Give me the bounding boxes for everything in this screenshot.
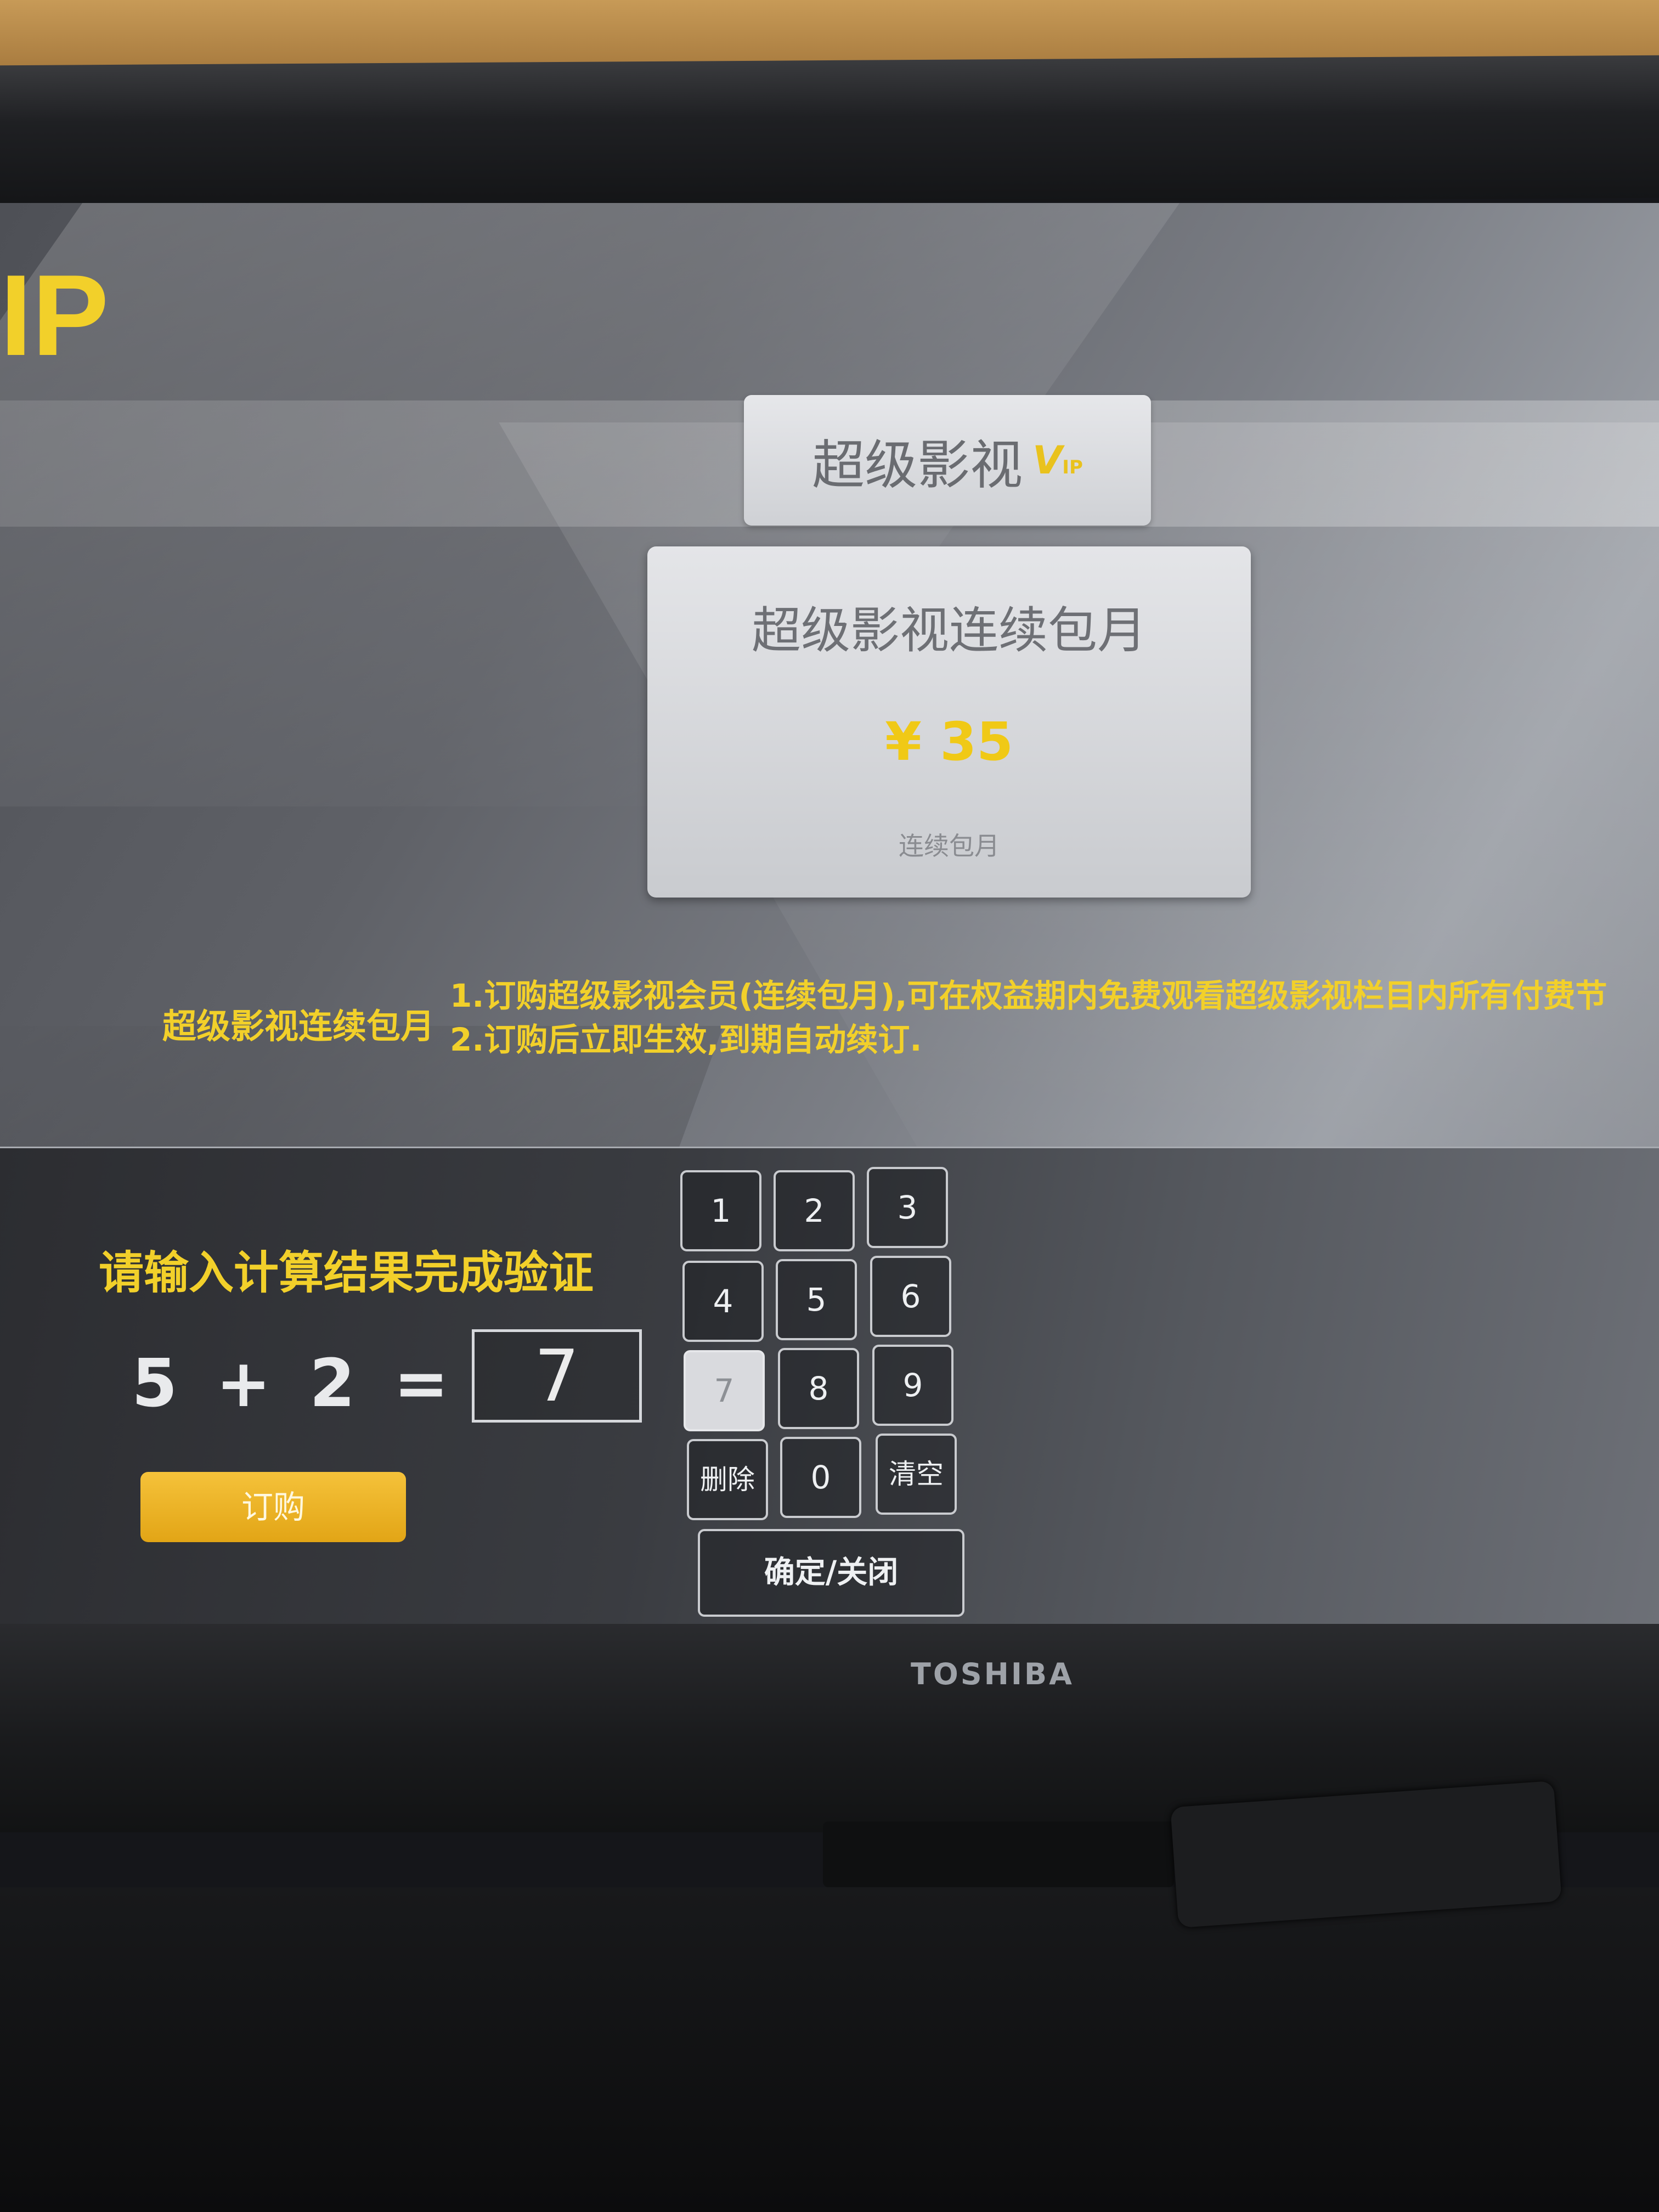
key-4[interactable]: 4 (682, 1261, 764, 1342)
tv-bezel-top (0, 55, 1659, 208)
key-9[interactable]: 9 (872, 1345, 953, 1426)
description-line-2: 2.订购后立即生效,到期自动续订. (450, 1021, 922, 1058)
answer-input[interactable]: 7 (472, 1329, 642, 1423)
package-card[interactable]: 超级影视连续包月 ¥ 35 连续包月 (647, 546, 1251, 898)
key-2[interactable]: 2 (774, 1170, 855, 1251)
key-8[interactable]: 8 (778, 1348, 859, 1429)
description-line-1: 1.订购超级影视会员(连续包月),可在权益期内免费观看超级影视栏目内所有付费节 (450, 977, 1607, 1014)
product-tab-title: 超级影视 (812, 434, 1023, 496)
description-text: 1.订购超级影视会员(连续包月),可在权益期内免费观看超级影视栏目内所有付费节 … (450, 974, 1659, 1062)
description-label: 超级影视连续包月 (162, 1006, 435, 1046)
key-7[interactable]: 7 (684, 1350, 765, 1431)
product-tab[interactable]: 超级影视 VIP (744, 395, 1151, 526)
delete-key[interactable]: 删除 (687, 1439, 768, 1520)
equals-sign: = (393, 1346, 449, 1422)
math-equation: 5 + 2 = (132, 1346, 449, 1422)
tv-stand (823, 1821, 1174, 1887)
key-6[interactable]: 6 (870, 1256, 951, 1337)
clear-key[interactable]: 清空 (876, 1434, 957, 1515)
confirm-close-button[interactable]: 确定/关闭 (698, 1529, 964, 1617)
package-note: 连续包月 (899, 831, 1000, 861)
key-3[interactable]: 3 (867, 1167, 948, 1248)
operator: + (216, 1346, 272, 1422)
key-5[interactable]: 5 (776, 1259, 857, 1340)
key-1[interactable]: 1 (680, 1170, 761, 1251)
verification-panel: 请输入计算结果完成验证 5 + 2 = 7 订购 1 2 3 4 5 6 7 8… (0, 1147, 1659, 1629)
key-0[interactable]: 0 (780, 1437, 861, 1518)
verification-prompt: 请输入计算结果完成验证 (99, 1247, 594, 1299)
tv-screen: IP 超级影视 VIP 超级影视连续包月 ¥ 35 连续包月 超级影视连续包月 … (0, 203, 1659, 1629)
vip-header-text: IP (0, 251, 109, 380)
operand-2: 2 (309, 1346, 356, 1422)
order-button[interactable]: 订购 (140, 1472, 406, 1542)
package-title: 超级影视连续包月 (752, 602, 1147, 659)
tv-brand-logo: TOSHIBA (911, 1657, 1074, 1691)
desk-surface (0, 1887, 1659, 2212)
operand-1: 5 (132, 1346, 178, 1422)
package-price: ¥ 35 (885, 711, 1013, 772)
vip-badge-icon: VIP (1032, 438, 1083, 483)
